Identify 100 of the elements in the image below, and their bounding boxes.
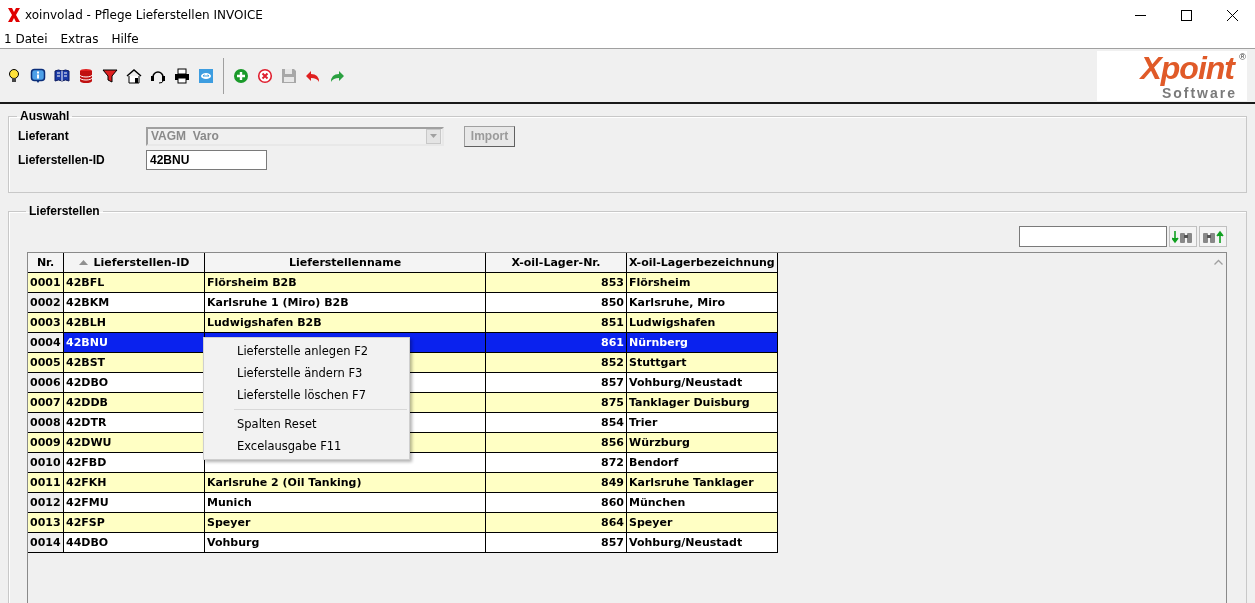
table-cell: 860 [601, 495, 624, 509]
menu-item[interactable]: Lieferstelle ändern F3 [204, 362, 409, 384]
menu-item[interactable]: 1 Datei [0, 32, 53, 46]
table-cell: 852 [601, 355, 624, 369]
menu-item[interactable]: Lieferstelle anlegen F2 [204, 340, 409, 362]
table-row[interactable]: 0011 42FKH Karlsruhe 2 (Oil Tanking) 849 Karlsruhe Tanklager [28, 472, 778, 493]
book-icon[interactable] [54, 67, 70, 84]
find-previous-button[interactable] [1199, 226, 1227, 247]
row-number: 0006 [30, 375, 61, 389]
table-cell: 864 [601, 515, 624, 529]
table-cell: 42FBD [66, 455, 107, 469]
table-row[interactable]: 0003 42BLH Ludwigshafen B2B 851 Ludwigshafen [28, 312, 778, 333]
table-cell: Flörsheim [629, 275, 691, 289]
table-cell: 861 [601, 335, 624, 349]
table-cell: Tanklager Duisburg [629, 395, 750, 409]
table-cell: 42BKM [66, 295, 110, 309]
id-input-field[interactable]: 42BNU [146, 150, 267, 170]
menu-item[interactable]: Lieferstelle löschen F7 [204, 384, 409, 406]
table-cell: Vohburg/Neustadt [629, 375, 743, 389]
table-cell: Nürnberg [629, 335, 688, 349]
logo-text: Xpoint [1140, 50, 1237, 85]
table-cell: Vohburg/Neustadt [629, 535, 743, 549]
table-cell: 851 [601, 315, 624, 329]
table-cell: 850 [601, 295, 624, 309]
group-title: Auswahl [19, 109, 71, 123]
table-row[interactable]: 0002 42BKM Karlsruhe 1 (Miro) B2B 850 Karlsruhe, Miro [28, 292, 778, 313]
registered-mark: ® [1239, 51, 1246, 62]
table-cell: 42FKH [66, 475, 107, 489]
dropdown-arrow-icon [430, 134, 437, 138]
database-icon[interactable] [78, 67, 94, 84]
table-row[interactable]: 0013 42FSP Speyer 864 Speyer [28, 512, 778, 533]
info-icon[interactable] [30, 67, 46, 84]
lightbulb-icon[interactable] [6, 67, 22, 84]
add-icon[interactable] [233, 67, 249, 84]
table-row[interactable]: 0001 42BFL Flörsheim B2B 853 Flörsheim [28, 272, 778, 293]
table-cell: Stuttgart [629, 355, 687, 369]
column-header[interactable]: X-oil-Lagerbezeichnung [626, 253, 778, 273]
table-cell: Munich [207, 495, 252, 509]
table-cell: Karlsruhe 2 (Oil Tanking) [207, 475, 362, 489]
table-cell: 856 [601, 435, 624, 449]
table-cell: 857 [601, 375, 624, 389]
table-cell: 42FSP [66, 515, 105, 529]
table-cell: Ludwigshafen [629, 315, 716, 329]
scroll-up-icon[interactable] [1213, 259, 1223, 265]
row-number: 0002 [30, 295, 61, 309]
table-row[interactable]: 0012 42FMU Munich 860 München [28, 492, 778, 513]
table-cell: 42BLH [66, 315, 106, 329]
row-number: 0008 [30, 415, 61, 429]
close-icon [1226, 9, 1238, 21]
cancel-icon[interactable] [257, 67, 273, 84]
row-number: 0007 [30, 395, 61, 409]
row-number: 0010 [30, 455, 61, 469]
link-icon[interactable] [198, 67, 214, 84]
find-next-button[interactable] [1169, 226, 1197, 247]
table-cell: 42DBO [66, 375, 109, 389]
filter-icon[interactable] [102, 67, 118, 84]
group-title: Lieferstellen [28, 204, 101, 218]
find-down-icon [1172, 229, 1194, 244]
table-cell: 849 [601, 475, 624, 489]
menu-item[interactable]: Extras [56, 32, 104, 46]
column-header[interactable]: Lieferstellen-ID [63, 253, 205, 273]
table-cell: Karlsruhe, Miro [629, 295, 725, 309]
table-cell: Karlsruhe 1 (Miro) B2B [207, 295, 349, 309]
table-cell: Flörsheim B2B [207, 275, 297, 289]
table-cell: 854 [601, 415, 624, 429]
table-cell: 42BNU [66, 335, 108, 349]
table-cell: 42DTR [66, 415, 107, 429]
home-icon[interactable] [126, 67, 142, 84]
table-cell: 42BFL [66, 275, 105, 289]
field-label: Lieferant [18, 129, 70, 143]
table-cell: 872 [601, 455, 624, 469]
table-cell: 875 [601, 395, 624, 409]
column-header[interactable]: Nr. [28, 253, 64, 273]
field-label: Lieferstellen-ID [18, 153, 106, 167]
row-number: 0012 [30, 495, 61, 509]
table-cell: 44DBO [66, 535, 109, 549]
menu-item[interactable]: Hilfe [107, 32, 144, 46]
table-cell: München [629, 495, 686, 509]
table-cell: 857 [601, 535, 624, 549]
maximize-icon [1180, 9, 1192, 21]
app-logo-icon [7, 7, 21, 23]
sort-ascending-icon [78, 260, 88, 265]
search-field[interactable] [1019, 226, 1167, 247]
row-number: 0009 [30, 435, 61, 449]
printer-icon[interactable] [174, 67, 190, 84]
row-number: 0004 [30, 335, 61, 349]
table-cell: Würzburg [629, 435, 690, 449]
table-row[interactable]: 0014 44DBO Vohburg 857 Vohburg/Neustadt [28, 532, 778, 553]
column-header[interactable]: Lieferstellenname [204, 253, 486, 273]
table-cell: Speyer [207, 515, 251, 529]
row-number: 0003 [30, 315, 61, 329]
table-cell: Speyer [629, 515, 673, 529]
column-header[interactable]: X-oil-Lager-Nr. [485, 253, 627, 273]
table-cell: Karlsruhe Tanklager [629, 475, 754, 489]
find-up-icon [1202, 229, 1224, 244]
table-cell: 42DDB [66, 395, 108, 409]
table-cell: Bendorf [629, 455, 679, 469]
table-cell: Ludwigshafen B2B [207, 315, 322, 329]
row-number: 0005 [30, 355, 61, 369]
row-number: 0011 [30, 475, 61, 489]
